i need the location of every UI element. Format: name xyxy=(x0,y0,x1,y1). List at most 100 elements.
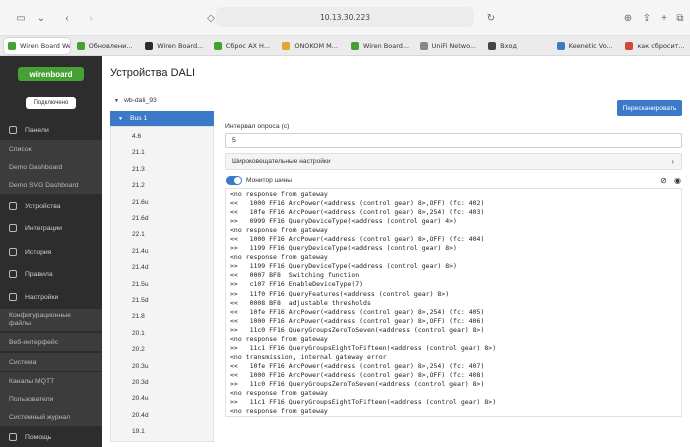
device-item[interactable]: 21.3 xyxy=(132,166,145,173)
favicon-icon xyxy=(76,41,85,50)
browser-tab[interactable]: Обновлени... xyxy=(73,38,139,54)
back-icon[interactable]: ‹ xyxy=(60,11,74,25)
device-item[interactable]: 20.2 xyxy=(132,346,145,353)
browser-tab-label: как сбросит... xyxy=(637,41,685,50)
broadcast-settings-panel[interactable]: Широковещательные настройки › xyxy=(225,153,682,170)
nav-icon xyxy=(9,433,17,441)
favicon-icon xyxy=(145,41,154,50)
device-item[interactable]: 20.3d xyxy=(132,379,149,386)
tab-bar: Wiren Board Web UI Обновлени... Wiren Boar… xyxy=(0,36,690,56)
poll-interval-input[interactable]: 5 xyxy=(225,133,682,148)
sidebar-item-label: Каналы MQTT xyxy=(9,377,55,385)
sidebar-item[interactable]: Система xyxy=(0,353,102,371)
browser-tab[interactable]: Сброс АХ Н... xyxy=(210,38,276,54)
sidebar-item-label: Конфигурационные файлы xyxy=(9,312,71,327)
browser-tab[interactable]: как сбросит... xyxy=(621,38,687,54)
browser-tab-label: Wiren Board Web UI xyxy=(20,41,70,50)
favicon-icon xyxy=(350,41,359,50)
device-item[interactable]: 21.6d xyxy=(132,215,149,222)
log-line: <no transmission, internal gateway error xyxy=(230,352,387,361)
device-item[interactable]: 4.6 xyxy=(132,133,141,140)
browser-tab[interactable]: Wiren Board... xyxy=(347,38,413,54)
caret-down-icon: ▼ xyxy=(114,98,119,104)
device-item[interactable]: 21.6u xyxy=(132,199,149,206)
log-line: << 0007 BF8 Switching function xyxy=(230,271,360,280)
nav-icon xyxy=(9,293,17,301)
device-item[interactable]: 21.2 xyxy=(132,182,145,189)
bus-monitor-label: Монитор шины xyxy=(246,177,293,184)
log-line: << 10fe FF16 ArcPower(<address (control … xyxy=(230,307,485,316)
browser-toolbar: ▭ ⌄ ‹ › ◇ 10.13.30.223 ↻ ⊕ ⇪ + ⧉ xyxy=(0,0,690,36)
device-item[interactable]: 20.4d xyxy=(132,412,149,419)
new-tab-icon[interactable]: + xyxy=(657,11,671,25)
bus-monitor-toggle[interactable] xyxy=(226,176,242,185)
sidebar-item[interactable]: История xyxy=(0,243,102,261)
browser-tab[interactable]: UniFi Netwo... xyxy=(416,38,482,54)
sidebar-item[interactable]: Каналы MQTT xyxy=(0,372,102,390)
sidebar-item-label: Настройки xyxy=(25,293,59,301)
download-icon[interactable]: ⊕ xyxy=(621,11,635,25)
device-item[interactable]: 21.8 xyxy=(132,313,145,320)
forward-icon[interactable]: › xyxy=(84,11,98,25)
device-item[interactable]: 21.1 xyxy=(132,149,145,156)
device-item[interactable]: 21.4d xyxy=(132,264,149,271)
sidebar-item[interactable]: Настройки xyxy=(0,288,102,306)
device-item[interactable]: 20.3u xyxy=(132,363,149,370)
device-list: 4.6 21.1 21.3 21.2 21.6u 21.6d 22.1 21.4u 21.4d 2… xyxy=(110,126,214,442)
log-line: >> 11c0 FF16 QueryGroupsZeroToSeven(<add… xyxy=(230,379,485,388)
device-item[interactable]: 20.4u xyxy=(132,395,149,402)
sidebar-item[interactable]: Устройства xyxy=(0,197,102,215)
sidebar-item[interactable]: Пользователи xyxy=(0,390,102,408)
tree-root-item[interactable]: ▼ wb-dali_93 xyxy=(114,97,157,104)
browser-tab[interactable]: Wiren Board... xyxy=(141,38,207,54)
sidebar-item[interactable]: Правила xyxy=(0,265,102,283)
device-item[interactable]: 19.1 xyxy=(132,428,145,435)
chevron-down-icon[interactable]: ⌄ xyxy=(34,11,48,25)
sidebar-item[interactable]: Системный журнал xyxy=(0,408,102,426)
clear-log-icon[interactable]: ⊘ xyxy=(659,176,668,185)
log-line: >> 11c1 FF16 QueryGroupsEightToFifteen(<… xyxy=(230,398,497,407)
browser-tab[interactable]: Wiren Board Web UI xyxy=(4,37,70,54)
browser-tab-label: Вход xyxy=(500,41,517,50)
log-line: <no response from gateway xyxy=(230,389,328,398)
tree-bus-item[interactable]: ▼ Bus 1 xyxy=(110,111,214,126)
sidebar-toggle-icon[interactable]: ▭ xyxy=(14,11,28,25)
tree-root-label: wb-dali_93 xyxy=(123,97,157,104)
reload-icon[interactable]: ↻ xyxy=(484,11,498,25)
eye-off-icon[interactable]: ◉ xyxy=(673,176,682,185)
sidebar-item[interactable]: Demo SVG Dashboard xyxy=(0,176,102,194)
browser-tab[interactable]: Вход xyxy=(484,38,550,54)
device-item[interactable]: 21.4u xyxy=(132,248,149,255)
page-title: Устройства DALI xyxy=(110,67,196,79)
sidebar-item[interactable]: Интеграции xyxy=(0,219,102,237)
share-icon[interactable]: ⇪ xyxy=(640,11,654,25)
sidebar-item[interactable]: Список xyxy=(0,140,102,158)
sidebar-item-label: Интеграции xyxy=(25,224,62,232)
address-bar[interactable]: 10.13.30.223 xyxy=(216,7,474,27)
sidebar-item[interactable]: Веб-интерфейс xyxy=(0,333,102,351)
favicon-icon xyxy=(282,41,291,50)
log-line: >> c107 FF16 EnableDeviceType(7) xyxy=(230,280,364,289)
browser-tab[interactable]: ONOKOM M... xyxy=(278,38,344,54)
tab-overview-icon[interactable]: ⧉ xyxy=(673,11,687,25)
sidebar-item-label: Веб-интерфейс xyxy=(9,338,59,346)
device-item[interactable]: 20.1 xyxy=(132,330,145,337)
favicon-icon xyxy=(556,41,565,50)
sidebar-item-label: История xyxy=(25,248,52,256)
sidebar-item[interactable]: Конфигурационные файлы xyxy=(0,309,102,331)
device-item[interactable]: 21.5u xyxy=(132,281,149,288)
browser-tab-label: Сброс АХ Н... xyxy=(225,41,271,50)
nav-icon xyxy=(9,270,17,278)
rescan-button[interactable]: Пересканировать xyxy=(617,100,682,116)
log-line: << 10fe FF16 ArcPower(<address (control … xyxy=(230,361,485,370)
sidebar-item[interactable]: Помощь xyxy=(0,428,102,446)
bus-monitor-log: <no response from gateway << 1000 FF16 Ar… xyxy=(225,188,682,417)
log-line: >> 1199 FF16 QueryDeviceType(<address (c… xyxy=(230,262,457,271)
favicon-icon xyxy=(8,41,16,50)
log-line: >> 1199 FF16 QueryDeviceType(<address (c… xyxy=(230,244,457,253)
device-item[interactable]: 21.5d xyxy=(132,297,149,304)
sidebar-item[interactable]: Demo Dashboard xyxy=(0,158,102,176)
sidebar-item[interactable]: Панели xyxy=(0,121,102,139)
device-item[interactable]: 22.1 xyxy=(132,231,145,238)
browser-tab[interactable]: Keenetic Vo... xyxy=(553,38,619,54)
